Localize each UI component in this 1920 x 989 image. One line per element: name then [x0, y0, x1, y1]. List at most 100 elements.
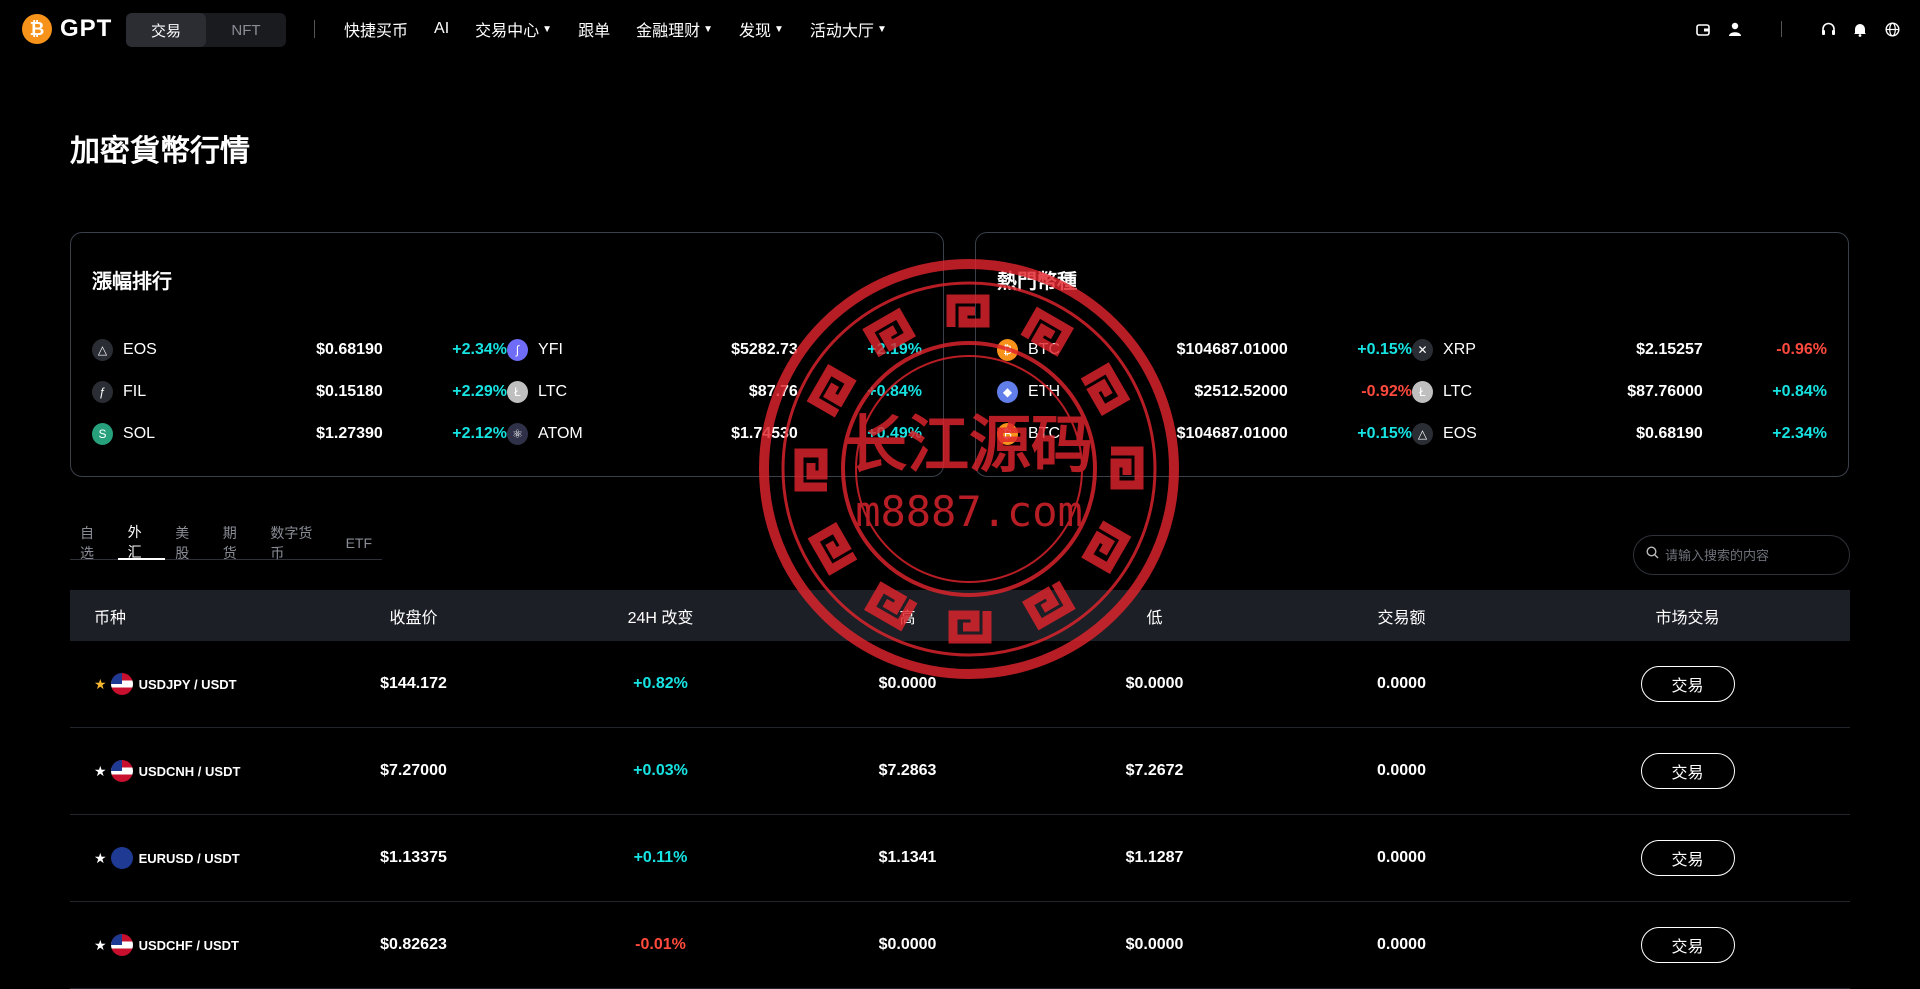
eos-icon: △ — [1412, 423, 1434, 445]
ticker-item[interactable]: △ EOS $0.68190 +2.34% — [1412, 423, 1827, 445]
ticker-change: +2.34% — [452, 341, 507, 358]
ticker-change: +2.19% — [867, 341, 922, 358]
volume: 0.0000 — [1377, 936, 1426, 953]
fil-icon: ƒ — [92, 381, 114, 403]
ticker-item[interactable]: ⚛ ATOM $1.74530 +0.49% — [507, 423, 922, 445]
close-price: $0.82623 — [380, 936, 447, 953]
market-table: 币种 收盘价 24H 改变 高 低 交易额 市场交易 ★ USDJPY / USD… — [70, 590, 1850, 989]
nav-item-ai[interactable]: AI — [434, 20, 449, 38]
market-tab[interactable]: ETF — [336, 526, 382, 560]
pair-name: USDCNH / USDT — [138, 763, 241, 779]
ticker-symbol: SOL — [123, 425, 156, 442]
ticker-item[interactable]: ₿ BTC $104687.01000 +0.15% — [997, 423, 1412, 445]
ticker-change: +0.84% — [1772, 383, 1827, 400]
close-price: $1.13375 — [380, 849, 447, 866]
search-input[interactable] — [1665, 547, 1835, 563]
ticker-item[interactable]: Ł LTC $87.76000 +0.84% — [1412, 381, 1827, 403]
ticker-symbol: ATOM — [538, 425, 583, 442]
ticker-item[interactable]: ₿ BTC $104687.01000 +0.15% — [997, 339, 1412, 361]
eth-icon: ◆ — [997, 381, 1019, 403]
watermark-url: m8887.com — [855, 487, 1083, 536]
column-header: 交易额 — [1377, 609, 1426, 627]
ticker-item[interactable]: △ EOS $0.68190 +2.34% — [92, 339, 507, 361]
caret-down-icon: ▼ — [703, 23, 713, 35]
nav-item-quick-buy[interactable]: 快捷买币 — [344, 17, 408, 41]
ticker-item[interactable]: ∫ YFI $5282.73 +2.19% — [507, 339, 922, 361]
stamp-meander-shape — [807, 521, 858, 576]
close-price: $144.172 — [380, 675, 447, 692]
search-box[interactable] — [1633, 535, 1850, 575]
nav-label: 发现 — [739, 23, 772, 40]
mode-tab-nft[interactable]: NFT — [206, 13, 286, 47]
nav-item-discover[interactable]: 发现 ▼ — [739, 17, 784, 41]
ticker-price: $87.76000 — [1627, 383, 1703, 400]
column-header: 24H 改变 — [627, 609, 694, 627]
us-flag-icon — [110, 934, 133, 956]
brand-logo[interactable]: ₿ GPT — [22, 14, 112, 44]
high-price: $1.1341 — [878, 849, 937, 866]
nav-item-trading-center[interactable]: 交易中心 ▼ — [475, 17, 552, 41]
trade-button[interactable]: 交易 — [1640, 666, 1735, 702]
favorite-star-icon[interactable]: ★ — [94, 676, 107, 693]
wallet-icon[interactable] — [1695, 21, 1711, 37]
nav-label: 交易中心 — [475, 23, 540, 40]
ticker-symbol: BTC — [1028, 341, 1061, 358]
nav-item-copy-trade[interactable]: 跟单 — [578, 17, 610, 41]
pair-name: USDCHF / USDT — [138, 937, 239, 953]
ticker-change: -0.92% — [1361, 383, 1412, 400]
change-24h: +0.82% — [633, 675, 688, 692]
nav-item-finance[interactable]: 金融理财 ▼ — [636, 17, 713, 41]
brand-name: GPT — [60, 15, 113, 42]
pair-name: EURUSD / USDT — [138, 850, 240, 866]
popular-list: ₿ BTC $104687.01000 +0.15% ✕ XRP $2.15257 -0.96… — [997, 329, 1827, 455]
ticker-row: ◆ ETH $2512.52000 -0.92% Ł LTC $87.76000 +0.84% — [997, 371, 1827, 413]
mode-switch: 交易 NFT — [126, 13, 286, 47]
bell-icon[interactable] — [1852, 21, 1868, 37]
market-tab[interactable]: 期货 — [213, 525, 261, 561]
user-icon[interactable] — [1727, 21, 1743, 37]
mode-tab-trade[interactable]: 交易 — [126, 13, 206, 47]
ticker-symbol: FIL — [123, 383, 147, 400]
action-cell: 交易 — [1525, 840, 1850, 876]
caret-down-icon: ▼ — [876, 23, 887, 35]
change-24h: -0.01% — [635, 936, 686, 953]
column-header: 收盘价 — [389, 609, 438, 627]
pair-cell: ★ EURUSD / USDT — [70, 847, 290, 869]
ticker-item[interactable]: ƒ FIL $0.15180 +2.29% — [92, 381, 507, 403]
market-tab[interactable]: 数字货币 — [260, 525, 335, 561]
ticker-symbol: ETH — [1028, 383, 1061, 400]
ticker-item[interactable]: Ł LTC $87.76 +0.84% — [507, 381, 922, 403]
nav-item-events[interactable]: 活动大厅 ▼ — [810, 17, 887, 41]
pair-cell: ★ USDJPY / USDT — [70, 673, 290, 695]
ticker-price: $5282.73 — [731, 341, 798, 358]
favorite-star-icon[interactable]: ★ — [94, 937, 107, 954]
table-header: 币种 收盘价 24H 改变 高 低 交易额 市场交易 — [70, 590, 1850, 641]
table-row: ★ USDJPY / USDT $144.172 +0.82% $0.0000 $0.00… — [70, 641, 1850, 728]
globe-icon[interactable] — [1884, 21, 1900, 37]
ticker-change: +0.49% — [867, 425, 922, 442]
low-price: $1.1287 — [1125, 849, 1184, 866]
xrp-icon: ✕ — [1412, 339, 1434, 361]
pair-name: USDJPY / USDT — [138, 676, 237, 692]
ticker-item[interactable]: S SOL $1.27390 +2.12% — [92, 423, 507, 445]
ticker-symbol: EOS — [123, 341, 157, 358]
nav-divider — [314, 20, 315, 38]
market-tab[interactable]: 外汇 — [117, 524, 166, 560]
ticker-price: $0.68190 — [316, 341, 383, 358]
headset-icon[interactable] — [1820, 21, 1836, 37]
high-price: $0.0000 — [878, 675, 937, 692]
market-tab[interactable]: 自选 — [70, 525, 118, 561]
trade-button[interactable]: 交易 — [1640, 927, 1735, 963]
favorite-star-icon[interactable]: ★ — [94, 850, 107, 867]
favorite-star-icon[interactable]: ★ — [94, 763, 107, 780]
stamp-meander-shape — [1081, 520, 1132, 575]
action-cell: 交易 — [1525, 927, 1850, 963]
trade-button[interactable]: 交易 — [1640, 840, 1735, 876]
ticker-symbol: XRP — [1443, 341, 1476, 358]
ticker-item[interactable]: ✕ XRP $2.15257 -0.96% — [1412, 339, 1827, 361]
action-cell: 交易 — [1525, 666, 1850, 702]
trade-button[interactable]: 交易 — [1640, 753, 1735, 789]
card-title: 漲幅排行 — [92, 271, 172, 293]
ticker-item[interactable]: ◆ ETH $2512.52000 -0.92% — [997, 381, 1412, 403]
market-tab[interactable]: 美股 — [165, 525, 213, 561]
